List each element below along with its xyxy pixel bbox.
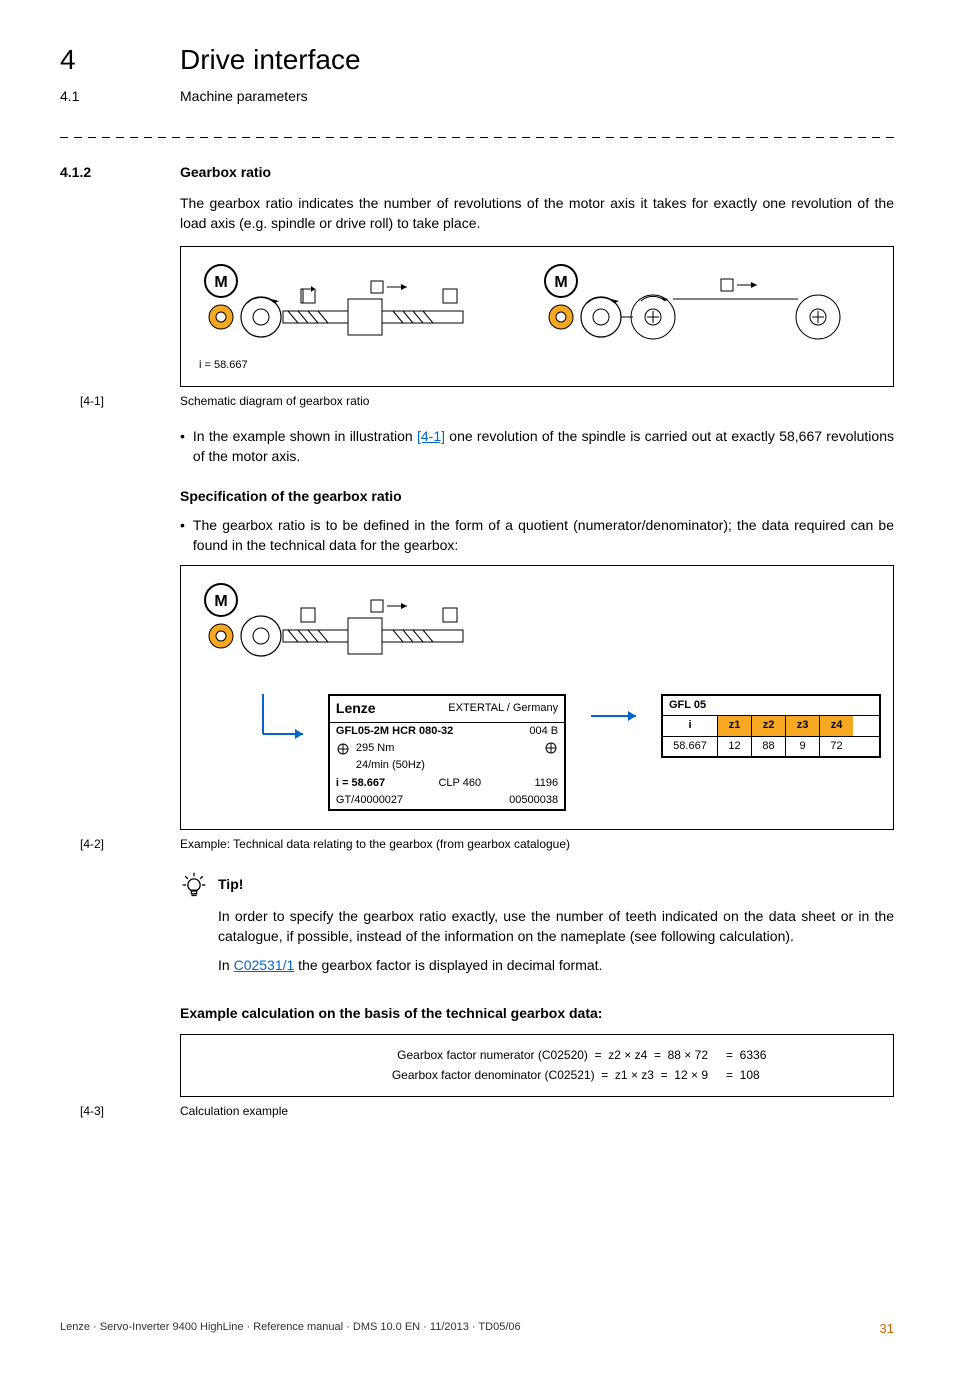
section-title: Machine parameters xyxy=(180,87,308,107)
subsection-title: Gearbox ratio xyxy=(180,163,271,183)
col-z2: z2 xyxy=(751,716,785,735)
tip-body-1: In order to specify the gearbox ratio ex… xyxy=(218,907,894,946)
brand-logo: Lenze xyxy=(336,699,376,719)
gfl-table-title: GFL 05 xyxy=(663,696,879,716)
figure-4-1-caption: [4-1] Schematic diagram of gearbox ratio xyxy=(60,393,894,410)
spec-heading: Specification of the gearbox ratio xyxy=(180,487,894,507)
np-speed: 24/min (50Hz) xyxy=(336,758,425,773)
brand-location: EXTERTAL / Germany xyxy=(448,701,558,716)
col-z3: z3 xyxy=(785,716,819,735)
calc-denominator: Gearbox factor denominator (C02521) = z1… xyxy=(288,1067,708,1084)
figure-4-2: M Lenze EXTERTAL / Germany xyxy=(180,565,894,830)
bullet-example: • In the example shown in illustration [… xyxy=(180,427,894,466)
col-z4: z4 xyxy=(819,716,853,735)
speed-icon xyxy=(544,741,558,755)
np-num1: 1196 xyxy=(534,776,558,791)
page-number: 31 xyxy=(880,1320,894,1338)
gfl-table: GFL 05 i z1 z2 z3 z4 58.667 12 88 9 72 xyxy=(661,694,881,758)
bullet-spec: • The gearbox ratio is to be defined in … xyxy=(180,516,894,555)
calc-heading: Example calculation on the basis of the … xyxy=(180,1004,894,1024)
caption-text: Schematic diagram of gearbox ratio xyxy=(180,393,894,410)
arrow-to-nameplate xyxy=(253,694,308,774)
col-z1: z1 xyxy=(717,716,751,735)
page-footer: Lenze · Servo-Inverter 9400 HighLine · R… xyxy=(60,1320,894,1338)
figure-4-2-caption: [4-2] Example: Technical data relating t… xyxy=(60,836,894,853)
lightbulb-icon xyxy=(180,871,208,899)
calculation-box: Gearbox factor numerator (C02520) = z2 ×… xyxy=(180,1034,894,1098)
tip-body-2: In C02531/1 the gearbox factor is displa… xyxy=(218,956,894,976)
chapter-title: Drive interface xyxy=(180,40,361,79)
val-z1: 12 xyxy=(717,737,751,756)
arrow-to-table xyxy=(586,694,641,774)
bullet-text: The gearbox ratio is to be defined in th… xyxy=(193,516,894,555)
nameplate: Lenze EXTERTAL / Germany GFL05-2M HCR 08… xyxy=(328,694,566,812)
svg-text:M: M xyxy=(214,274,227,291)
np-torque: 295 Nm xyxy=(356,741,395,756)
bullet-text-a: In the example shown in illustration xyxy=(193,428,417,444)
code-link[interactable]: C02531/1 xyxy=(234,957,295,973)
calc-numerator-result: = 6336 xyxy=(726,1047,786,1064)
section-header: 4.1 Machine parameters xyxy=(60,87,894,107)
caption-text: Example: Technical data relating to the … xyxy=(180,836,894,853)
tip-title: Tip! xyxy=(218,875,243,895)
bullet-marker: • xyxy=(180,516,185,555)
caption-number: [4-3] xyxy=(60,1103,160,1120)
col-i: i xyxy=(663,716,717,735)
np-serial-r: 00500038 xyxy=(509,793,558,808)
chapter-number: 4 xyxy=(60,40,140,79)
subsection-heading: 4.1.2 Gearbox ratio xyxy=(60,163,894,183)
svg-text:M: M xyxy=(554,274,567,291)
tip-body-2b: the gearbox factor is displayed in decim… xyxy=(294,957,602,973)
val-z2: 88 xyxy=(751,737,785,756)
svg-text:M: M xyxy=(214,593,227,610)
calc-numerator: Gearbox factor numerator (C02520) = z2 ×… xyxy=(288,1047,708,1064)
np-ratio: i = 58.667 xyxy=(336,776,385,791)
np-variant: 004 B xyxy=(529,724,558,739)
caption-number: [4-1] xyxy=(60,393,160,410)
torque-icon xyxy=(336,742,350,756)
diagram-spindle: M xyxy=(193,259,493,374)
figure-4-3-caption: [4-3] Calculation example xyxy=(60,1103,894,1120)
intro-paragraph: The gearbox ratio indicates the number o… xyxy=(180,194,894,233)
tip-block: Tip! In order to specify the gearbox rat… xyxy=(180,871,894,976)
figure-link-4-1[interactable]: [4-1] xyxy=(417,428,445,444)
tip-body-2a: In xyxy=(218,957,234,973)
val-z4: 72 xyxy=(819,737,853,756)
section-number: 4.1 xyxy=(60,87,140,107)
figure-4-1: M xyxy=(180,246,894,387)
bullet-text: In the example shown in illustration [4-… xyxy=(193,427,894,466)
divider xyxy=(60,137,894,138)
val-i: 58.667 xyxy=(663,737,717,756)
i-value-label: i = 58.667 xyxy=(199,358,493,373)
val-z3: 9 xyxy=(785,737,819,756)
diagram-spindle-2: M xyxy=(193,578,493,668)
caption-number: [4-2] xyxy=(60,836,160,853)
calc-denominator-result: = 108 xyxy=(726,1067,786,1084)
np-model: GFL05-2M HCR 080-32 xyxy=(336,724,453,739)
np-serial-l: GT/40000027 xyxy=(336,793,403,808)
np-oil: CLP 460 xyxy=(438,776,481,791)
bullet-marker: • xyxy=(180,427,185,466)
chapter-header: 4 Drive interface xyxy=(60,40,894,79)
caption-text: Calculation example xyxy=(180,1103,894,1120)
diagram-rolls: M xyxy=(533,259,853,355)
subsection-number: 4.1.2 xyxy=(60,163,140,183)
footer-text: Lenze · Servo-Inverter 9400 HighLine · R… xyxy=(60,1320,521,1338)
